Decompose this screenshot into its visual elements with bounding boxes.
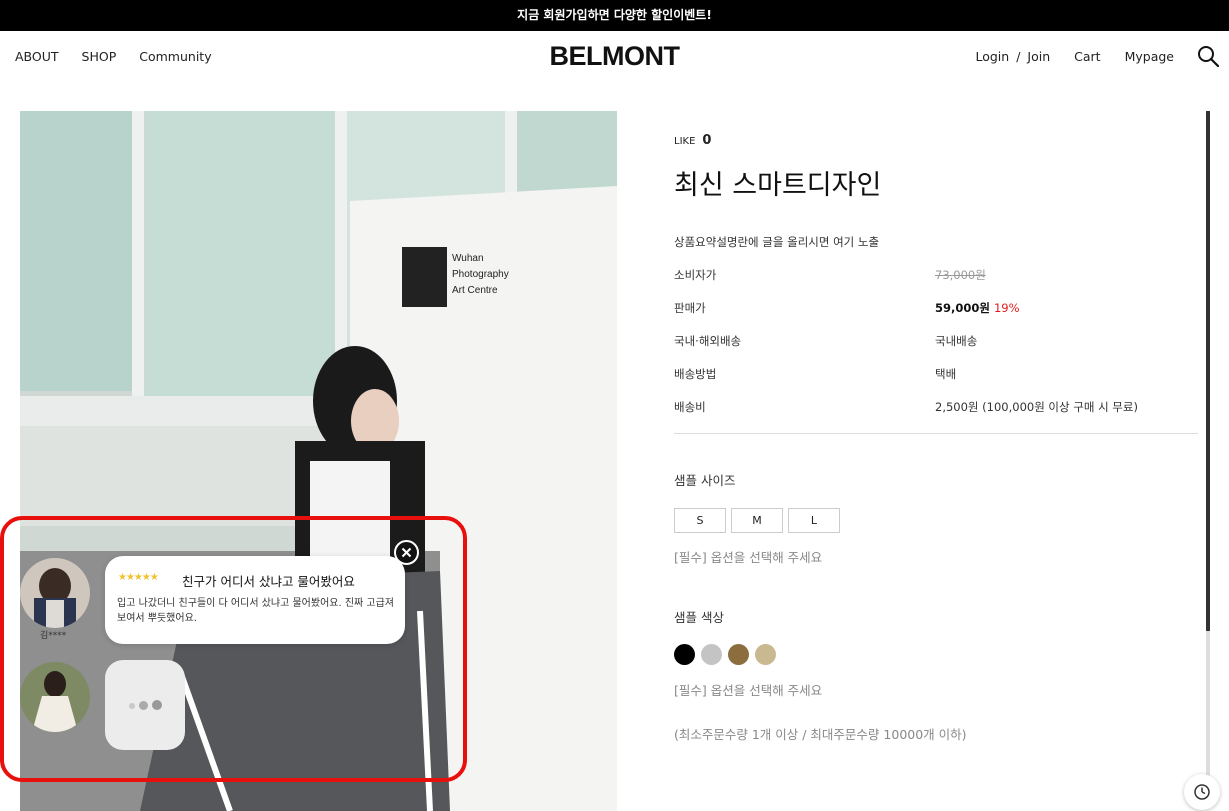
spec-label: 배송비 [674, 400, 706, 414]
reviewer-photo [20, 558, 90, 628]
clock-icon [1194, 784, 1210, 800]
color-swatch-brown[interactable] [728, 644, 749, 665]
nav-community[interactable]: Community [139, 49, 211, 64]
reviewer-avatar[interactable] [20, 558, 90, 628]
reviewer-name: 김**** [40, 631, 67, 641]
size-option-hint: [필수] 옵션을 선택해 주세요 [674, 550, 823, 565]
review-title: 친구가 어디서 샀냐고 물어봤어요 [182, 574, 355, 589]
discount-rate: 19% [993, 301, 1020, 315]
quantity-note: (최소주문수량 1개 이상 / 최대주문수량 10000개 이하) [674, 727, 967, 742]
reviewer-avatar[interactable] [20, 662, 90, 732]
close-popup-button[interactable] [394, 540, 419, 565]
reviewer-photo [20, 662, 90, 732]
mypage-link[interactable]: Mypage [1125, 49, 1174, 64]
typing-dot [129, 703, 135, 709]
svg-text:Art Centre: Art Centre [452, 285, 498, 296]
typing-dot [139, 701, 148, 710]
divider [674, 433, 1198, 434]
product-summary: 상품요약설명란에 글을 올리시면 여기 노출 [674, 235, 880, 249]
sale-price: 59,000원 [935, 301, 990, 315]
spec-label: 소비자가 [674, 268, 717, 282]
nav-about[interactable]: ABOUT [15, 49, 59, 64]
site-header: ABOUT SHOP Community BELMONT Login / Joi… [0, 31, 1229, 83]
recent-view-button[interactable] [1184, 774, 1220, 810]
color-swatch-black[interactable] [674, 644, 695, 665]
color-option-label: 샘플 색상 [674, 610, 724, 625]
nav-separator: / [1016, 49, 1021, 64]
color-option-hint: [필수] 옵션을 선택해 주세요 [674, 683, 823, 698]
color-swatch-gray[interactable] [701, 644, 722, 665]
size-option-label: 샘플 사이즈 [674, 473, 736, 488]
review-body: 입고 나갔더니 친구들이 다 어디서 샀냐고 물어봤어요. 진짜 고급져 보여서… [117, 598, 395, 624]
shipping-method: 택배 [935, 367, 957, 381]
size-option-m[interactable]: M [731, 508, 783, 533]
nav-shop[interactable]: SHOP [82, 49, 117, 64]
typing-dot [152, 700, 162, 710]
spec-label: 국내·해외배송 [674, 334, 742, 348]
announcement-bar[interactable]: 지금 회원가입하면 다양한 할인이벤트! [0, 0, 1229, 31]
svg-text:Wuhan: Wuhan [452, 253, 484, 264]
color-swatch-beige[interactable] [755, 644, 776, 665]
close-icon [401, 547, 412, 558]
like-label: LIKE [674, 136, 696, 147]
user-nav: Login / Join Cart Mypage [975, 49, 1174, 64]
rating-stars: ★★★★★ [118, 572, 159, 583]
scrollbar-track[interactable] [1206, 631, 1210, 781]
size-option-l[interactable]: L [788, 508, 840, 533]
join-link[interactable]: Join [1027, 49, 1050, 64]
product-title: 최신 스마트디자인 [674, 170, 882, 201]
size-option-s[interactable]: S [674, 508, 726, 533]
shipping-fee: 2,500원 (100,000원 이상 구매 시 무료) [935, 400, 1138, 414]
svg-text:Photography: Photography [452, 269, 509, 280]
spec-label: 배송방법 [674, 367, 717, 381]
main-nav: ABOUT SHOP Community [15, 49, 212, 64]
review-bubble[interactable]: ★★★★★ 친구가 어디서 샀냐고 물어봤어요 입고 나갔더니 친구들이 다 어… [105, 556, 405, 644]
scrollbar-thumb[interactable] [1206, 111, 1210, 631]
spec-label: 판매가 [674, 301, 706, 315]
typing-indicator [105, 660, 185, 750]
like-count: 0 [702, 133, 712, 148]
cart-link[interactable]: Cart [1074, 49, 1100, 64]
consumer-price: 73,000원 [935, 268, 986, 282]
login-link[interactable]: Login [975, 49, 1009, 64]
search-icon[interactable] [1197, 45, 1219, 67]
like-counter[interactable]: LIKE 0 [674, 133, 711, 148]
shipping-type: 국내배송 [935, 334, 978, 348]
